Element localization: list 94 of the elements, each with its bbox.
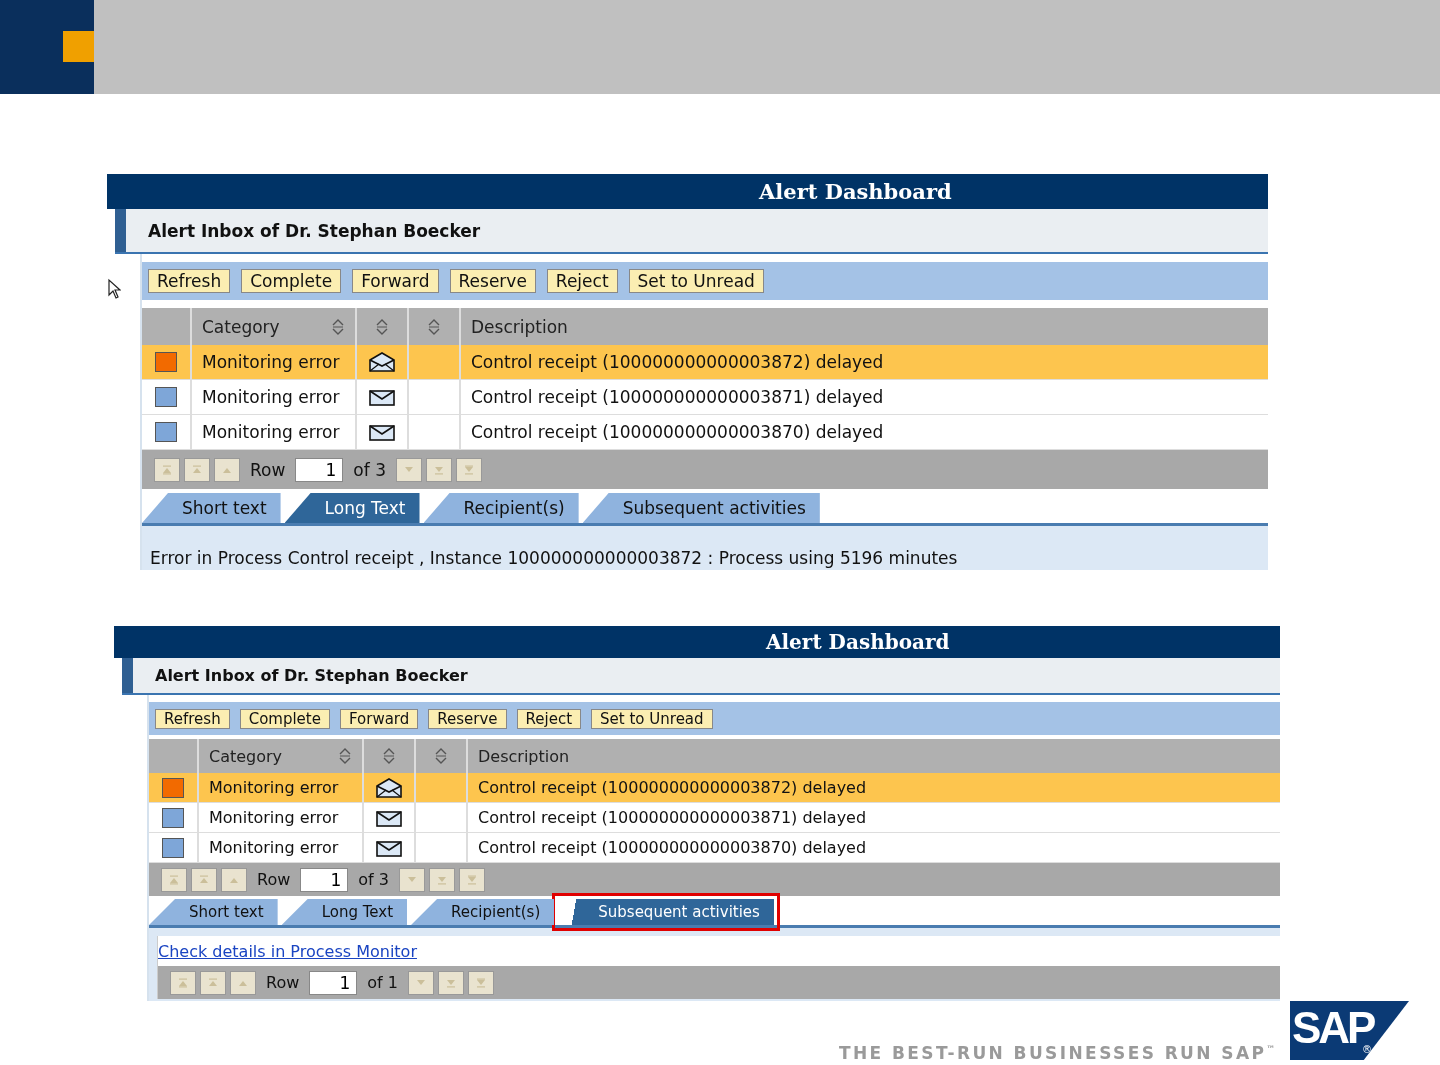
first-arrow-icon [168, 873, 180, 886]
table-cell: Control receipt (100000000000003871) delayed [471, 387, 884, 407]
previous-row-button[interactable] [230, 970, 256, 995]
table-cell: Monitoring error [209, 838, 339, 857]
company-logo: SAP® [1290, 1001, 1409, 1060]
dashboard-title: Alert Dashboard [107, 174, 1268, 209]
page-up-arrow-icon [198, 873, 210, 886]
first-page-button[interactable] [170, 970, 196, 995]
last-arrow-icon [462, 463, 475, 476]
toolbar-button[interactable]: Forward [339, 708, 419, 729]
toolbar-button[interactable]: Reserve [449, 269, 536, 293]
table-cell: Monitoring error [202, 352, 340, 372]
tab[interactable]: Recipient(s) [423, 493, 579, 523]
previous-row-button[interactable] [221, 867, 247, 892]
row-number-field[interactable]: 1 [300, 867, 349, 892]
toolbar-button[interactable]: Reject [516, 708, 582, 729]
last-arrow-icon [465, 873, 478, 886]
toolbar-button[interactable]: Complete [239, 708, 330, 729]
table-cell: Monitoring error [202, 422, 340, 442]
previous-page-button[interactable] [184, 457, 210, 482]
toolbar-button[interactable]: Set to Unread [628, 269, 764, 293]
row-label: Row [266, 973, 300, 992]
tab[interactable]: Long Text [281, 899, 408, 925]
last-page-button[interactable] [458, 867, 485, 892]
toolbar-button[interactable]: Refresh [155, 708, 230, 729]
table-cell: Monitoring error [202, 387, 340, 407]
column-header[interactable]: Category [209, 746, 283, 766]
tagline: THE BEST-RUN BUSINESSES RUN SAP$^{™}$ [839, 1043, 1278, 1063]
table-cell: Control receipt (100000000000003872) delayed [471, 352, 884, 372]
tab[interactable]: Recipient(s) [411, 899, 555, 925]
toolbar-button[interactable]: Complete [241, 269, 342, 293]
row-label: Row [257, 870, 291, 889]
dashboard-title: Alert Dashboard [114, 626, 1280, 658]
sort-icon[interactable] [331, 317, 345, 336]
column-header[interactable]: Category [202, 316, 280, 337]
table-cell: Monitoring error [209, 808, 339, 827]
next-page-button[interactable] [428, 867, 455, 892]
previous-row-button[interactable] [214, 457, 240, 482]
row-number-field[interactable]: 1 [309, 970, 358, 995]
table-cell: Control receipt (100000000000003870) delayed [471, 422, 884, 442]
toolbar-button[interactable]: Reject [546, 269, 618, 293]
row-total: of 3 [353, 459, 386, 480]
table-cell: Monitoring error [209, 778, 339, 797]
last-page-button[interactable] [467, 970, 494, 995]
title-marker [122, 658, 133, 693]
column-header[interactable]: Description [471, 316, 568, 337]
next-row-button[interactable] [398, 867, 425, 892]
toolbar-button[interactable]: Set to Unread [591, 708, 713, 729]
inbox-title: Alert Inbox of Dr. Stephan Boecker [148, 220, 481, 241]
page-up-arrow-icon [191, 463, 203, 476]
inbox-title: Alert Inbox of Dr. Stephan Boecker [155, 666, 468, 685]
title-marker [115, 209, 126, 252]
table-row[interactable]: Monitoring error Control receipt (100000000000003871) delayed [149, 803, 1280, 833]
tab[interactable]: Subsequent activities [582, 493, 820, 523]
tab[interactable]: Short text [149, 899, 278, 925]
process-monitor-link[interactable]: Check details in Process Monitor [158, 941, 417, 961]
next-row-button[interactable] [407, 970, 434, 995]
last-page-button[interactable] [455, 457, 482, 482]
sort-icon[interactable] [338, 747, 352, 765]
toolbar-button[interactable]: Forward [352, 269, 439, 293]
row-total: of 1 [367, 973, 398, 992]
page-up-arrow-icon [207, 976, 219, 989]
first-arrow-icon [177, 976, 189, 989]
table-row[interactable]: Monitoring error Control receipt (100000000000003870) delayed [142, 415, 1268, 450]
sort-icon[interactable] [434, 747, 448, 765]
tab[interactable]: Long Text [284, 493, 420, 523]
table-cell: Control receipt (100000000000003872) delayed [478, 778, 867, 797]
last-arrow-icon [474, 976, 487, 989]
long-text: Error in Process Control receipt , Instance 100000000000003872 : Process using 5196 minutes [150, 548, 958, 568]
table-cell: Control receipt (100000000000003870) delayed [478, 838, 867, 857]
accent-square [63, 31, 94, 62]
toolbar-button[interactable]: Refresh [148, 269, 231, 293]
table-row[interactable]: Monitoring error Control receipt (100000000000003871) delayed [142, 380, 1268, 415]
tab[interactable]: Short text [142, 493, 281, 523]
row-label: Row [250, 459, 286, 480]
row-number-field[interactable]: 1 [295, 457, 344, 482]
first-page-button[interactable] [154, 457, 180, 482]
column-header[interactable]: Description [478, 746, 570, 766]
next-row-button[interactable] [395, 457, 422, 482]
next-page-button[interactable] [425, 457, 452, 482]
previous-page-button[interactable] [191, 867, 217, 892]
sort-icon[interactable] [382, 747, 396, 765]
next-page-button[interactable] [437, 970, 464, 995]
first-arrow-icon [161, 463, 173, 476]
row-total: of 3 [358, 870, 389, 889]
toolbar-button[interactable]: Reserve [428, 708, 507, 729]
sort-icon[interactable] [427, 317, 441, 336]
table-cell: Control receipt (100000000000003871) delayed [478, 808, 867, 827]
previous-page-button[interactable] [200, 970, 226, 995]
table-row[interactable]: Monitoring error Control receipt (100000000000003870) delayed [149, 833, 1280, 863]
sort-icon[interactable] [375, 317, 389, 336]
first-page-button[interactable] [161, 867, 187, 892]
table-row[interactable]: Monitoring error Control receipt (100000000000003872) delayed [149, 773, 1280, 803]
table-row[interactable]: Monitoring error Control receipt (100000000000003872) delayed [142, 345, 1268, 380]
